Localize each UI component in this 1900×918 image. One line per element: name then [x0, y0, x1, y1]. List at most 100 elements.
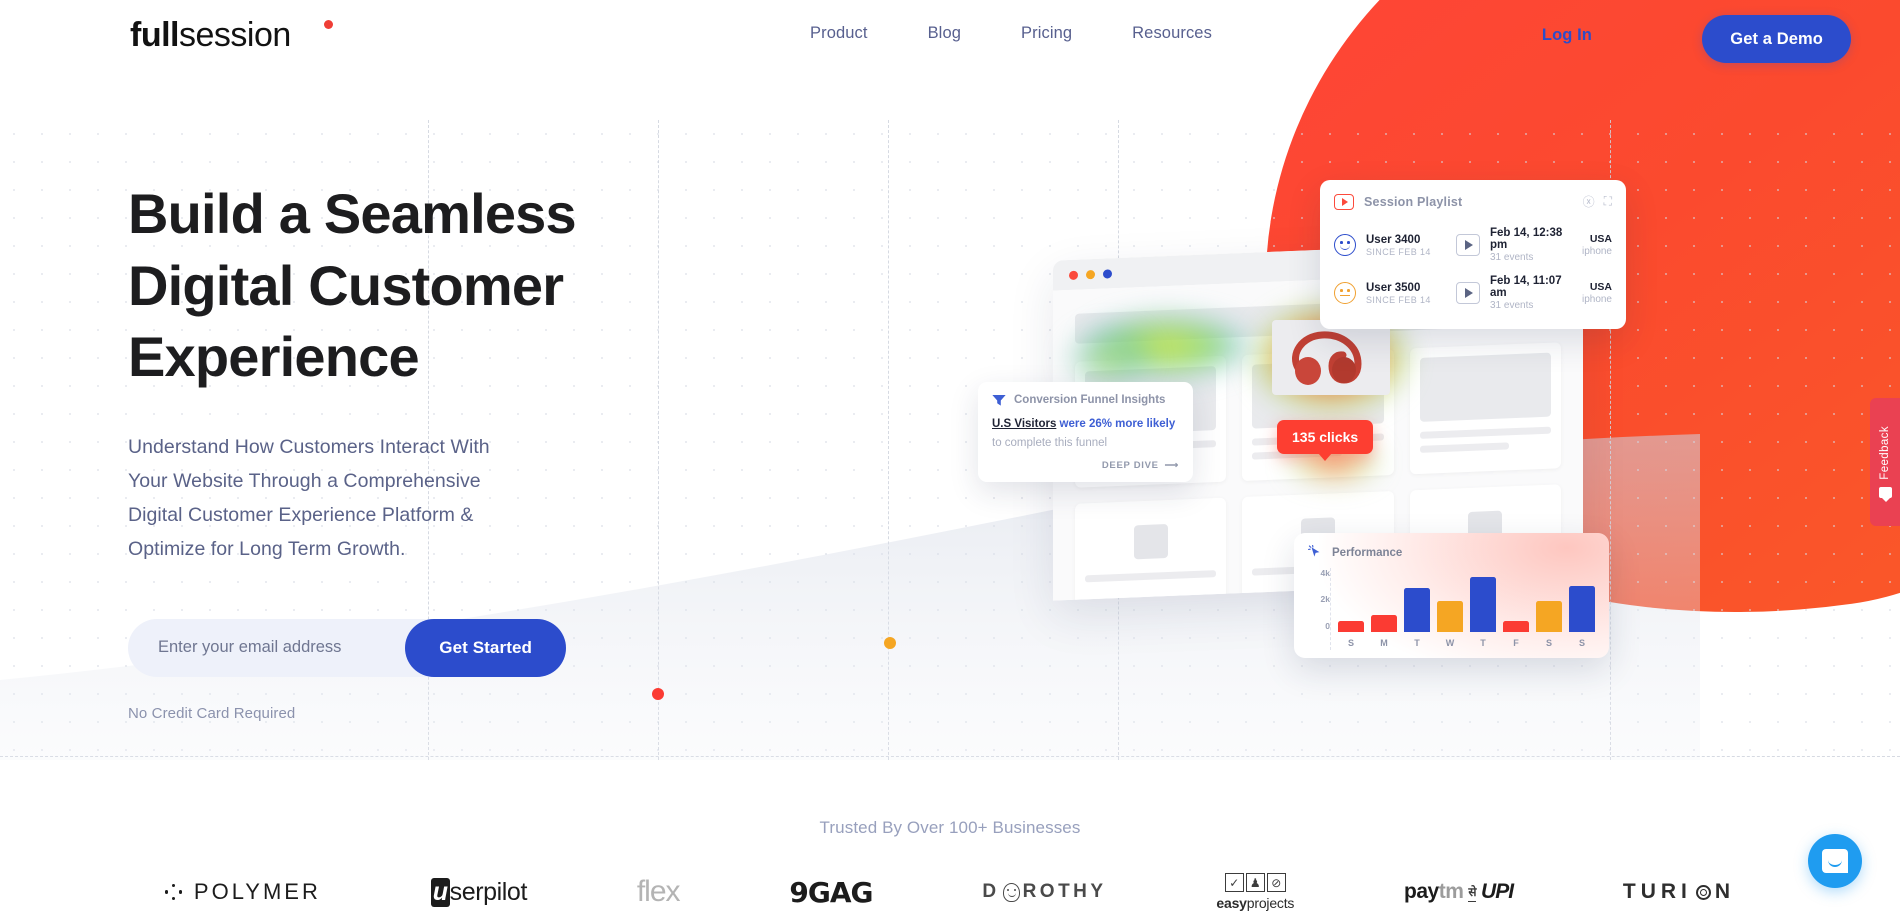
performance-header: Performance [1308, 545, 1595, 560]
download-icon[interactable]: ⓧ [1583, 193, 1595, 210]
login-link[interactable]: Log In [1542, 26, 1592, 45]
logo-userpilot: u serpilot [430, 877, 528, 907]
chart-x-axis: SMTWTFSS [1338, 638, 1595, 648]
clicks-badge: 135 clicks [1277, 420, 1374, 461]
paytm-se-devanagari: से [1468, 883, 1477, 902]
playlist-row[interactable]: User 3500 SINCE FEB 14 Feb 14, 11:07 am … [1334, 269, 1612, 317]
hero-section: Build a Seamless Digital Customer Experi… [128, 178, 768, 722]
headline-line-1: Build a Seamless [128, 182, 577, 245]
speech-bubble-icon [1878, 486, 1892, 502]
feedback-label: Feedback [1879, 426, 1891, 480]
playlist-user: User 3500 SINCE FEB 14 [1366, 282, 1446, 305]
dorothy-suffix: ROTHY [1022, 881, 1107, 902]
play-session-button[interactable] [1456, 282, 1480, 304]
chart-bar [1338, 621, 1364, 632]
deep-dive-link[interactable]: DEEP DIVE ⟶ [992, 460, 1179, 471]
expand-icon[interactable]: ⛶ [1604, 194, 1612, 209]
intercom-chat-icon [1822, 849, 1848, 873]
hero-subtitle: Understand How Customers Interact With Y… [128, 436, 490, 560]
logo-red-dot-icon [324, 20, 333, 29]
headline-line-3: Experience [128, 325, 420, 389]
funnel-stat-tail: to complete this funnel [992, 436, 1108, 449]
chart-bar-column [1536, 568, 1562, 632]
playlist-title: Session Playlist [1364, 194, 1463, 209]
logo-paytm-upi: pay tm से UPI [1404, 880, 1514, 904]
get-a-demo-button[interactable]: Get a Demo [1702, 15, 1851, 63]
logo-flex: flex [636, 875, 681, 908]
funnel-stat-highlight: were 26% more likely [1059, 418, 1176, 430]
funnel-insight-text: U.S Visitors were 26% more likely to com… [992, 415, 1179, 452]
chart-x-tick: S [1545, 638, 1552, 648]
logo-polymer: POLYMER [164, 879, 321, 905]
nav-item-product[interactable]: Product [810, 24, 868, 43]
chart-x-tick: F [1513, 638, 1519, 648]
chart-bar [1371, 614, 1397, 632]
chat-widget-button[interactable] [1808, 834, 1862, 888]
chart-bar-column [1569, 568, 1595, 632]
easy-light: projects [1246, 895, 1295, 911]
chart-bar [1437, 601, 1463, 632]
playlist-location: USA iphone [1582, 281, 1612, 305]
y-tick-2k: 2k [1320, 594, 1330, 604]
session-playlist-card: Session Playlist ⓧ ⛶ User 3400 SINCE FEB… [1320, 180, 1626, 329]
playlist-events: 31 events [1490, 300, 1534, 311]
nav-item-resources[interactable]: Resources [1132, 24, 1212, 43]
chart-bars [1338, 568, 1595, 632]
grid-hline-1 [0, 756, 1900, 757]
chart-bar-column [1371, 568, 1397, 632]
playlist-user-name: User 3400 [1366, 233, 1421, 246]
trusted-heading: Trusted By Over 100+ Businesses [819, 818, 1081, 837]
nav-item-blog[interactable]: Blog [928, 24, 961, 43]
click-cursor-icon [1308, 545, 1323, 560]
video-play-icon [1334, 193, 1354, 210]
deep-dive-label: DEEP DIVE [1101, 460, 1159, 472]
chart-x-tick: T [1414, 638, 1420, 648]
performance-bar-chart: 4k 2k 0 S M T W T F S S [1308, 568, 1595, 650]
chart-plot-area: SMTWTFSS [1330, 568, 1595, 650]
playlist-user-since: SINCE FEB 14 [1366, 294, 1431, 305]
easyprojects-icons: ✓ ♟ ⊘ [1224, 873, 1286, 892]
playlist-actions: ⓧ ⛶ [1583, 193, 1612, 210]
playlist-timestamp: Feb 14, 12:38 pm [1490, 227, 1563, 251]
nav-item-pricing[interactable]: Pricing [1021, 24, 1072, 43]
playlist-row[interactable]: User 3400 SINCE FEB 14 Feb 14, 12:38 pm … [1334, 221, 1612, 269]
client-logo-bar: POLYMER u serpilot flex 9GAG D ROTHY ✓ ♟ … [0, 865, 1900, 918]
userpilot-wordmark: serpilot [449, 877, 528, 906]
playlist-location: USA iphone [1582, 233, 1612, 257]
get-started-button[interactable]: Get Started [405, 618, 566, 677]
arrow-right-icon: ⟶ [1164, 460, 1179, 472]
easy-bold: easy [1216, 895, 1247, 911]
site-header: fullsession Product Blog Pricing Resourc… [0, 0, 1900, 78]
browser-dot-red [1069, 270, 1078, 280]
playlist-events: 31 events [1490, 252, 1534, 263]
playlist-header: Session Playlist ⓧ ⛶ [1334, 193, 1612, 210]
chart-bar [1404, 588, 1430, 632]
logo-easyprojects: ✓ ♟ ⊘ easyprojects [1216, 873, 1294, 911]
chart-bar [1569, 586, 1595, 632]
chart-x-tick: S [1578, 638, 1585, 648]
turion-suffix: N [1714, 880, 1736, 903]
play-session-button[interactable] [1456, 234, 1480, 256]
grid-vline-3 [888, 120, 889, 760]
dorothy-face-icon [1002, 882, 1020, 902]
dorothy-prefix: D [982, 881, 1000, 902]
chart-x-tick: M [1380, 638, 1388, 648]
playlist-timestamp: Feb 14, 11:07 am [1490, 275, 1562, 299]
browser-dot-orange [1086, 269, 1095, 279]
feedback-tab[interactable]: Feedback [1870, 398, 1900, 526]
email-signup-form: Get Started [128, 618, 566, 677]
chart-x-tick: W [1445, 638, 1455, 648]
mock-card [1075, 497, 1227, 601]
chart-bar-column [1470, 568, 1496, 632]
upi-wordmark: UPI [1481, 880, 1514, 903]
brand-logo[interactable]: fullsession [130, 16, 333, 55]
funnel-stat-subject: U.S Visitors [992, 418, 1057, 430]
data-point-orange [884, 637, 896, 649]
performance-card: Performance 4k 2k 0 S M T W T F S S [1294, 533, 1609, 658]
paytm-tm: tm [1438, 880, 1464, 903]
main-navigation: Product Blog Pricing Resources [810, 24, 1212, 43]
chart-y-axis: 4k 2k 0 [1308, 568, 1330, 632]
headline-line-2: Digital Customer [128, 253, 564, 317]
playlist-device: iphone [1581, 246, 1612, 257]
chart-x-tick: S [1347, 638, 1354, 648]
